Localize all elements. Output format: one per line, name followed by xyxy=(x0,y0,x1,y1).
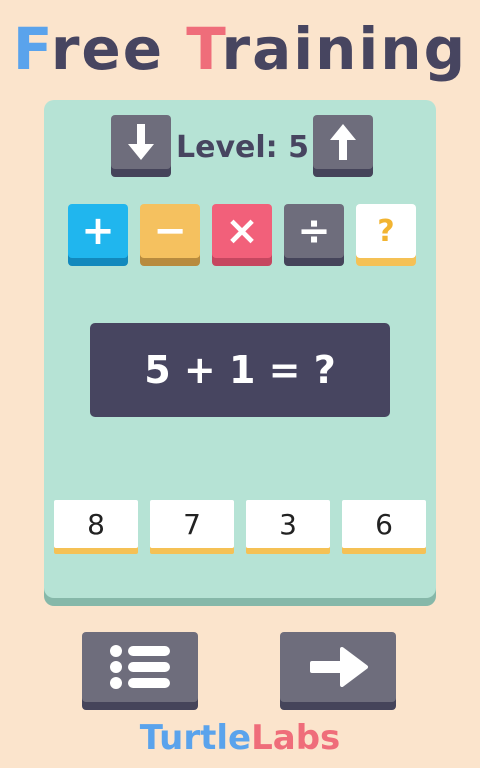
title-letter-f: F xyxy=(12,15,51,83)
answer-option-1[interactable]: 8 xyxy=(54,500,138,548)
brand-turtle: Turtle xyxy=(139,718,252,758)
level-up-button[interactable] xyxy=(313,115,373,169)
operation-times-button[interactable]: × xyxy=(212,204,272,258)
level-label: Level: 5 xyxy=(176,130,309,165)
operation-divide-button[interactable]: ÷ xyxy=(284,204,344,258)
operation-plus-button[interactable]: + xyxy=(68,204,128,258)
menu-button[interactable] xyxy=(82,632,198,702)
operation-minus-button[interactable]: − xyxy=(140,204,200,258)
page-title: Free Training xyxy=(0,14,480,84)
title-word-ree: ree xyxy=(50,15,187,83)
brand-labs: Labs xyxy=(251,718,341,758)
answer-option-3[interactable]: 3 xyxy=(246,500,330,548)
answer-option-4[interactable]: 6 xyxy=(342,500,426,548)
answer-option-2[interactable]: 7 xyxy=(150,500,234,548)
title-letter-t: T xyxy=(186,15,222,83)
arrow-up-icon xyxy=(330,124,356,160)
equation-display: 5 + 1 = ? xyxy=(90,323,390,417)
operation-random-button[interactable]: ? xyxy=(356,204,416,258)
list-icon xyxy=(110,645,170,689)
next-button[interactable] xyxy=(280,632,396,702)
level-down-button[interactable] xyxy=(111,115,171,169)
brand-footer: TurtleLabs xyxy=(0,716,480,760)
title-word-raining: raining xyxy=(221,15,468,83)
arrow-down-icon xyxy=(128,124,154,160)
arrow-right-icon xyxy=(310,647,368,687)
